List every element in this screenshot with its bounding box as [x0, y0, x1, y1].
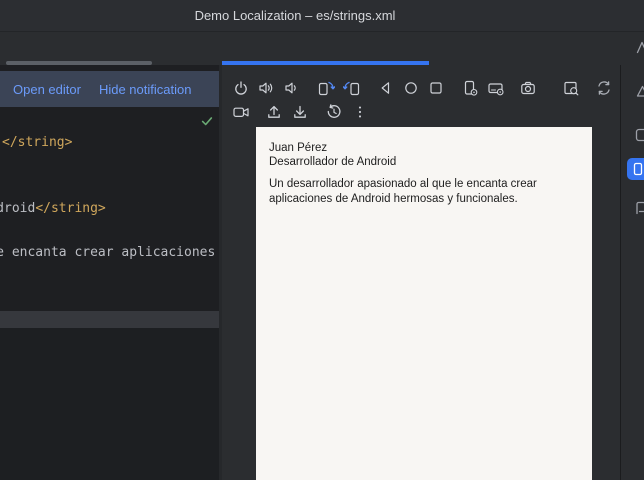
reset-clock-icon	[325, 103, 343, 121]
download-icon	[291, 103, 309, 121]
emulator-screen[interactable]: Juan Pérez Desarrollador de Android Un d…	[256, 127, 592, 480]
emulator-more-options-button[interactable]	[348, 100, 372, 124]
home-button[interactable]	[399, 76, 423, 100]
panel-splitter[interactable]	[0, 311, 219, 328]
home-circle-icon	[402, 79, 420, 97]
upload-button[interactable]	[262, 100, 286, 124]
ide-window: Demo Localization – es/strings.xml </> e…	[0, 0, 644, 480]
code-line: e encanta crear aplicaciones	[0, 245, 215, 260]
profile-name: Juan Pérez	[269, 141, 592, 155]
ui-shortcuts-button[interactable]	[484, 76, 508, 100]
back-triangle-icon	[377, 79, 395, 97]
tool-window-icon	[634, 127, 644, 143]
ui-shortcuts-icon	[487, 79, 505, 97]
volume-up-button[interactable]	[254, 76, 278, 100]
rotate-right-icon	[343, 79, 361, 97]
profile-bio: Un desarrollador apasionado al que le en…	[269, 177, 571, 207]
upload-icon	[265, 103, 283, 121]
device-settings-icon	[461, 79, 479, 97]
tool-stripe-button-1[interactable]	[635, 39, 644, 55]
back-button[interactable]	[374, 76, 398, 100]
screen-search-icon	[562, 79, 580, 97]
window-titlebar: Demo Localization – es/strings.xml	[0, 0, 644, 32]
open-editor-link[interactable]: Open editor	[13, 82, 81, 97]
tool-stripe-button-running-devices[interactable]	[627, 158, 644, 180]
editor-panel: Open editor Hide notification </string> …	[0, 65, 219, 480]
snapshots-reset-button[interactable]	[322, 100, 346, 124]
sync-icon	[595, 79, 613, 97]
code-line: </string>	[2, 135, 72, 150]
panel-right-border	[620, 65, 621, 480]
editor-notification-banner: Open editor Hide notification	[0, 71, 219, 107]
rotate-left-icon	[317, 79, 335, 97]
volume-down-icon	[282, 79, 300, 97]
video-camera-icon	[232, 103, 250, 121]
camera-icon	[519, 79, 537, 97]
tool-window-icon-2	[634, 200, 644, 216]
device-settings-button[interactable]	[458, 76, 482, 100]
power-icon	[232, 79, 250, 97]
editor-content[interactable]: </string> droid</string> e encanta crear…	[0, 107, 219, 311]
rotate-right-button[interactable]	[340, 76, 364, 100]
tool-stripe-button-5[interactable]	[634, 200, 644, 216]
profile-role: Desarrollador de Android	[269, 155, 592, 169]
screen-sharing-button[interactable]	[559, 76, 583, 100]
running-devices-panel: Juan Pérez Desarrollador de Android Un d…	[222, 65, 620, 480]
volume-up-icon	[257, 79, 275, 97]
tool-icon-2	[635, 83, 644, 99]
window-title: Demo Localization – es/strings.xml	[95, 8, 495, 23]
tool-stripe-button-3[interactable]	[634, 127, 644, 143]
tool-icon-1	[635, 39, 644, 55]
sync-button[interactable]	[592, 76, 616, 100]
take-screenshot-button[interactable]	[516, 76, 540, 100]
record-screen-button[interactable]	[229, 100, 253, 124]
tool-stripe-button-2[interactable]	[635, 83, 644, 99]
rotate-left-button[interactable]	[314, 76, 338, 100]
active-tool-highlight	[627, 158, 644, 180]
overview-square-icon	[427, 79, 445, 97]
download-button[interactable]	[288, 100, 312, 124]
code-line: droid</string>	[0, 201, 106, 216]
lower-editor-panel[interactable]	[0, 328, 219, 480]
running-devices-active-icon	[630, 161, 644, 177]
volume-down-button[interactable]	[279, 76, 303, 100]
more-vertical-icon	[352, 104, 368, 120]
power-button[interactable]	[229, 76, 253, 100]
overview-button[interactable]	[424, 76, 448, 100]
hide-notification-link[interactable]: Hide notification	[99, 82, 192, 97]
